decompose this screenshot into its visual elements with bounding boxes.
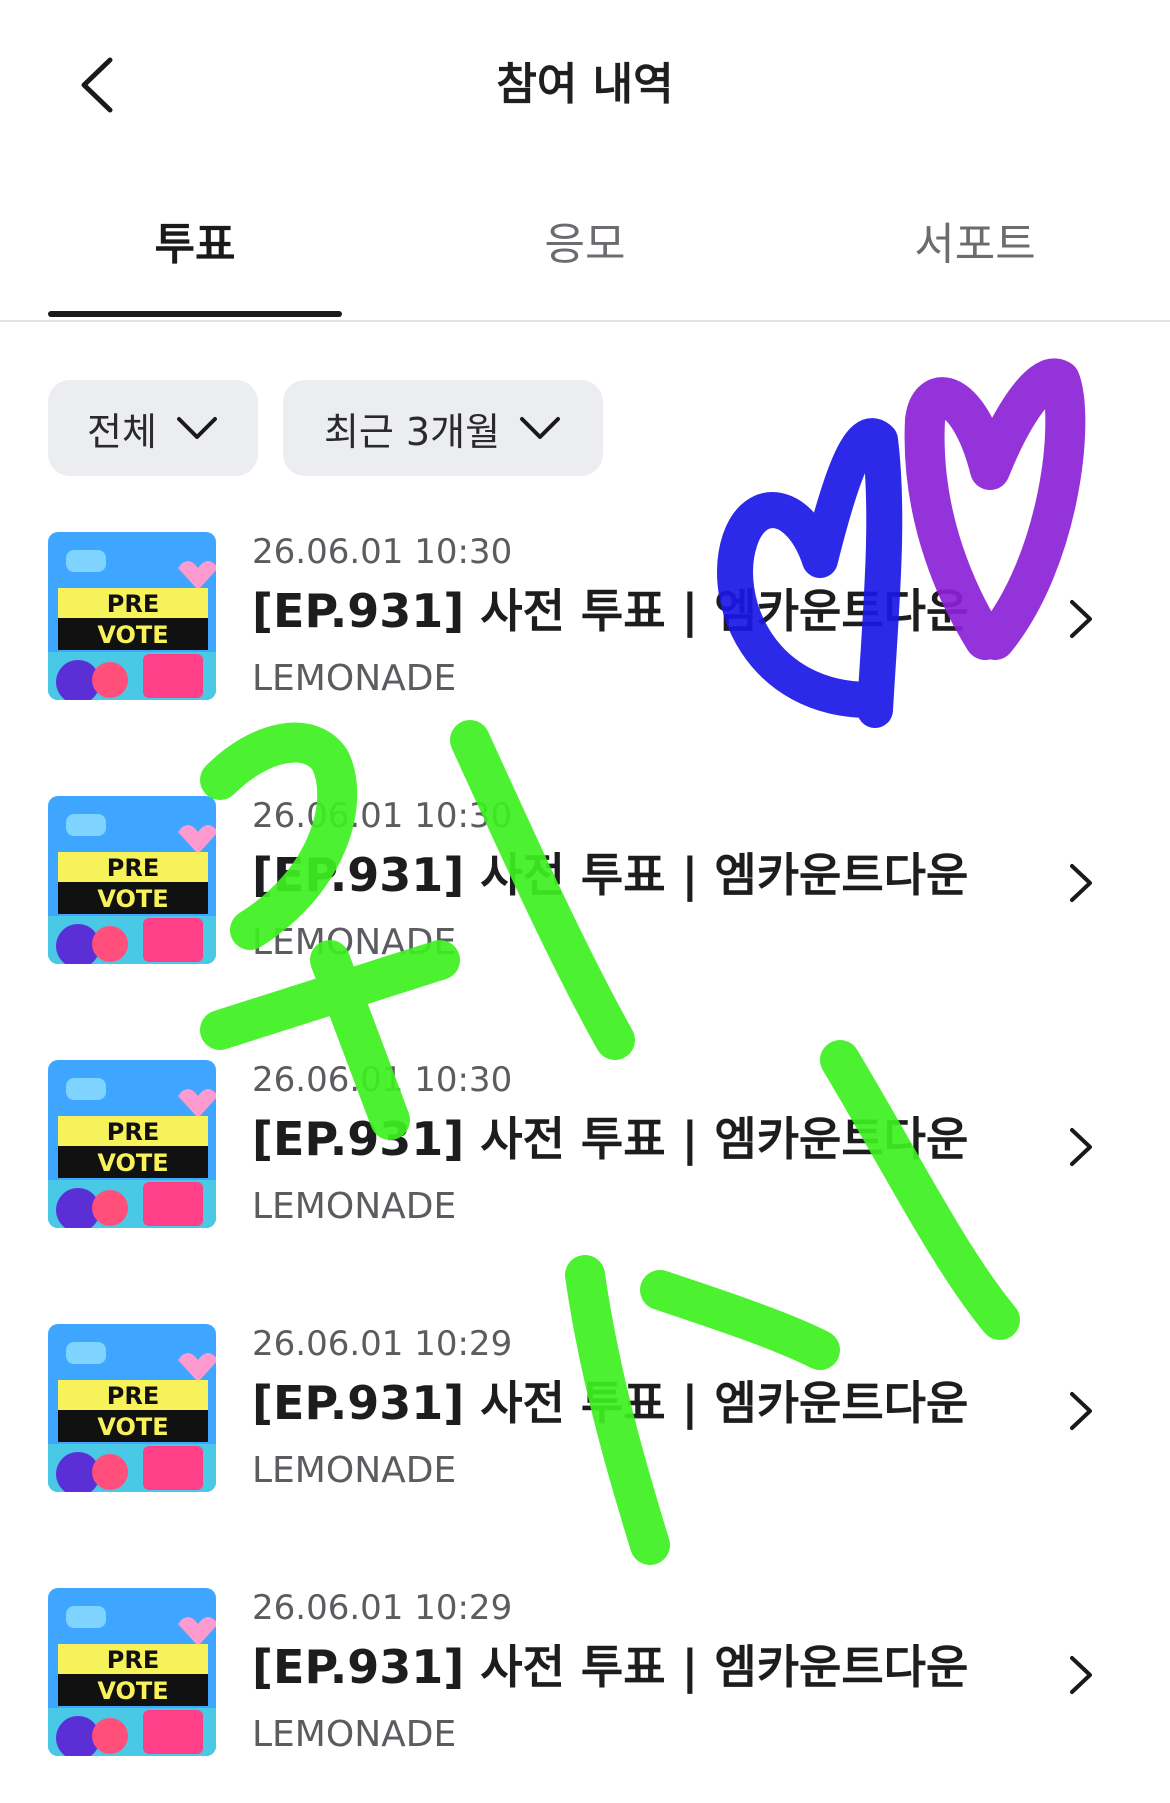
- item-date: 26.06.01 10:30: [252, 1060, 513, 1100]
- item-brand: LEMONADE: [252, 1714, 457, 1755]
- item-date: 26.06.01 10:30: [252, 532, 513, 572]
- item-date: 26.06.01 10:29: [252, 1324, 513, 1364]
- chevron-down-icon: [520, 417, 561, 439]
- item-title: [EP.931] 사전 투표 | 엠카운트다운: [252, 848, 969, 902]
- list-item[interactable]: PRE VOTE 26.06.01 10:30 [EP.931] 사전 투표 |…: [48, 1060, 1128, 1230]
- list-item[interactable]: PRE VOTE 26.06.01 10:30 [EP.931] 사전 투표 |…: [48, 532, 1128, 702]
- vote-thumbnail: PRE VOTE: [48, 1324, 216, 1492]
- chevron-right-icon: [1070, 1392, 1092, 1430]
- green-scribble-2: [200, 940, 460, 1050]
- type-filter-label: 전체: [87, 409, 157, 454]
- item-brand: LEMONADE: [252, 658, 457, 699]
- svg-text:PRE: PRE: [107, 1646, 159, 1674]
- chevron-down-icon: [176, 417, 217, 439]
- item-brand: LEMONADE: [252, 1186, 457, 1227]
- pre-vote-artwork: PRE VOTE: [48, 1060, 216, 1228]
- chevron-right-icon: [1070, 1128, 1092, 1166]
- svg-text:PRE: PRE: [107, 1382, 159, 1410]
- period-filter-dropdown[interactable]: 최근 3개월: [283, 380, 603, 476]
- list-item[interactable]: PRE VOTE 26.06.01 10:30 [EP.931] 사전 투표 |…: [48, 796, 1128, 966]
- type-filter-dropdown[interactable]: 전체: [48, 380, 258, 476]
- item-date: 26.06.01 10:30: [252, 796, 513, 836]
- vote-thumbnail: PRE VOTE: [48, 532, 216, 700]
- vote-thumbnail: PRE VOTE: [48, 1060, 216, 1228]
- svg-text:VOTE: VOTE: [97, 1149, 168, 1177]
- svg-text:VOTE: VOTE: [97, 1413, 168, 1441]
- item-title: [EP.931] 사전 투표 | 엠카운트다운: [252, 1376, 969, 1430]
- item-title: [EP.931] 사전 투표 | 엠카운트다운: [252, 1112, 969, 1166]
- header: 참여 내역: [0, 0, 1170, 170]
- item-brand: LEMONADE: [252, 1450, 457, 1491]
- item-title: [EP.931] 사전 투표 | 엠카운트다운: [252, 1640, 969, 1694]
- item-brand: LEMONADE: [252, 922, 457, 963]
- active-tab-indicator: [48, 311, 342, 317]
- vote-thumbnail: PRE VOTE: [48, 1588, 216, 1756]
- chevron-right-icon: [1070, 1656, 1092, 1694]
- pre-vote-artwork: PRE VOTE: [48, 532, 216, 700]
- list-item[interactable]: PRE VOTE 26.06.01 10:29 [EP.931] 사전 투표 |…: [48, 1324, 1128, 1494]
- page-title: 참여 내역: [496, 59, 674, 110]
- chevron-right-icon: [1070, 864, 1092, 902]
- svg-text:VOTE: VOTE: [97, 885, 168, 913]
- vote-thumbnail: PRE VOTE: [48, 796, 216, 964]
- tab-support[interactable]: 서포트: [828, 215, 1122, 275]
- period-filter-label: 최근 3개월: [323, 409, 501, 454]
- pre-vote-artwork: PRE VOTE: [48, 1588, 216, 1756]
- svg-text:VOTE: VOTE: [97, 1677, 168, 1705]
- item-title: [EP.931] 사전 투표 | 엠카운트다운: [252, 584, 969, 638]
- list-item[interactable]: PRE VOTE 26.06.01 10:29 [EP.931] 사전 투표 |…: [48, 1588, 1128, 1758]
- svg-text:PRE: PRE: [107, 1118, 159, 1146]
- chevron-right-icon: [1070, 600, 1092, 638]
- tab-vote[interactable]: 투표: [48, 215, 342, 275]
- svg-text:PRE: PRE: [107, 854, 159, 882]
- tab-entry[interactable]: 응모: [438, 215, 732, 275]
- pre-vote-artwork: PRE VOTE: [48, 1324, 216, 1492]
- pre-vote-artwork: PRE VOTE: [48, 796, 216, 964]
- item-date: 26.06.01 10:29: [252, 1588, 513, 1628]
- tab-bar: 투표 응모 서포트: [0, 200, 1170, 322]
- svg-text:PRE: PRE: [107, 590, 159, 618]
- svg-text:VOTE: VOTE: [97, 621, 168, 649]
